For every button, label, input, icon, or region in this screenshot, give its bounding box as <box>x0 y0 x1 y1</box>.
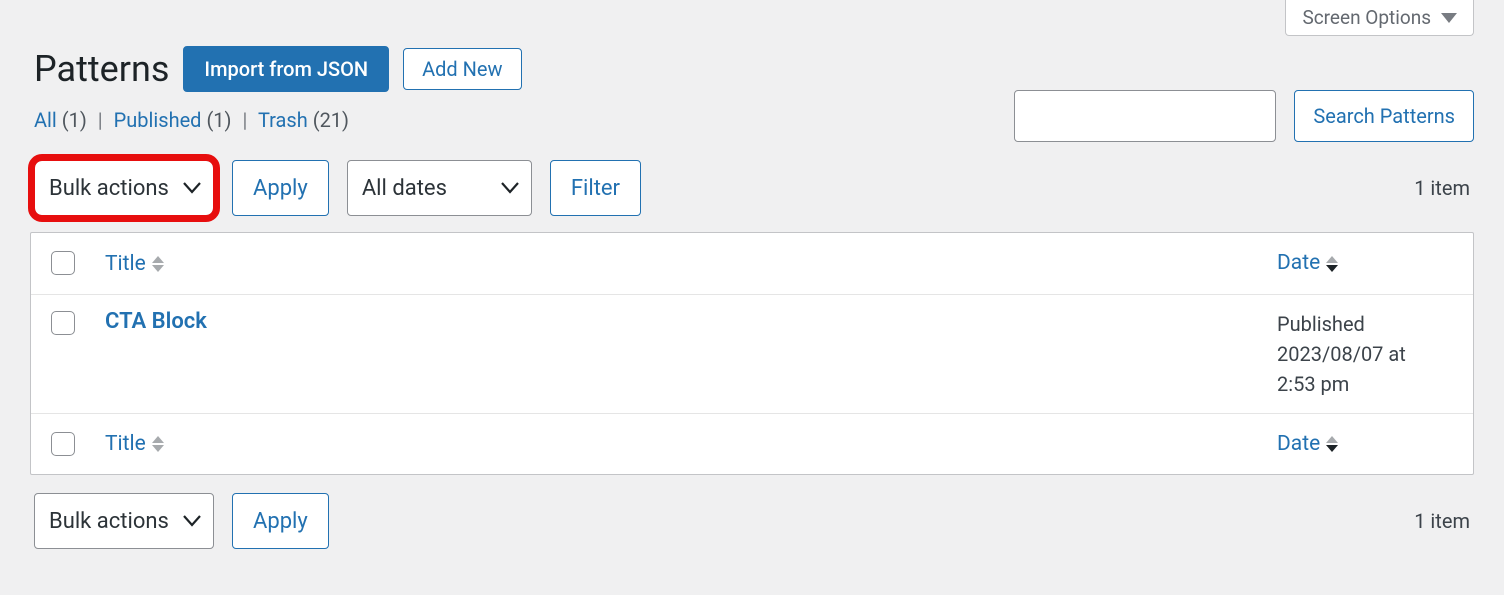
sort-icon <box>1326 256 1338 272</box>
filter-published-link[interactable]: Published <box>114 108 202 132</box>
sort-icon <box>152 256 164 272</box>
row-checkbox[interactable] <box>51 311 75 335</box>
filter-button[interactable]: Filter <box>550 160 641 216</box>
item-count-bottom: 1 item <box>1414 509 1470 533</box>
column-title-header[interactable]: Title <box>105 252 164 276</box>
filter-trash-link[interactable]: Trash <box>258 108 308 132</box>
chevron-down-icon <box>183 182 201 194</box>
bulk-actions-select[interactable]: Bulk actions <box>34 160 214 216</box>
row-date-status: Published <box>1277 309 1453 339</box>
row-date-line1: 2023/08/07 at <box>1277 339 1453 369</box>
tablenav-bottom: Bulk actions Apply 1 item <box>0 475 1504 565</box>
filter-published-count: (1) <box>206 108 231 132</box>
bulk-apply-button[interactable]: Apply <box>232 160 329 216</box>
column-title-label: Title <box>105 252 146 276</box>
column-date-label: Date <box>1277 429 1320 461</box>
filter-all-count: (1) <box>62 108 87 132</box>
bulk-actions-value: Bulk actions <box>49 509 169 534</box>
screen-options-tab[interactable]: Screen Options <box>1285 0 1474 36</box>
page-title: Patterns <box>34 48 169 90</box>
row-title-link[interactable]: CTA Block <box>105 309 207 334</box>
row-date-cell: Published 2023/08/07 at 2:53 pm <box>1273 295 1473 413</box>
column-date-label: Date <box>1277 248 1320 280</box>
row-date-line2: 2:53 pm <box>1277 369 1453 399</box>
column-date-footer[interactable]: Date <box>1277 429 1338 461</box>
date-filter-select[interactable]: All dates <box>347 160 532 216</box>
screen-options-label: Screen Options <box>1302 6 1431 29</box>
import-from-json-button[interactable]: Import from JSON <box>183 46 389 92</box>
chevron-down-icon <box>501 182 519 194</box>
column-title-footer[interactable]: Title <box>105 432 164 456</box>
filter-all-link[interactable]: All <box>34 108 57 132</box>
table-row: CTA Block Published 2023/08/07 at 2:53 p… <box>31 295 1473 414</box>
date-filter-value: All dates <box>362 176 447 201</box>
sort-icon <box>1326 436 1338 452</box>
column-date-header[interactable]: Date <box>1277 248 1338 280</box>
table-header-row: Title Date <box>31 233 1473 295</box>
search-input[interactable] <box>1014 90 1276 142</box>
tablenav-top: Bulk actions Apply All dates Filter 1 it… <box>0 160 1504 232</box>
list-table: Title Date CTA Block Published 2023/08/0… <box>30 232 1474 475</box>
select-all-checkbox-bottom[interactable] <box>51 432 75 456</box>
caret-down-icon <box>1441 13 1457 23</box>
add-new-button[interactable]: Add New <box>403 48 521 90</box>
select-all-checkbox-top[interactable] <box>51 251 75 275</box>
column-title-label: Title <box>105 432 146 456</box>
chevron-down-icon <box>183 515 201 527</box>
filter-sep: | <box>92 108 109 132</box>
table-footer-row: Title Date <box>31 414 1473 475</box>
bulk-actions-value: Bulk actions <box>49 176 169 201</box>
bulk-actions-select-bottom[interactable]: Bulk actions <box>34 493 214 549</box>
sort-icon <box>152 436 164 452</box>
bulk-apply-button-bottom[interactable]: Apply <box>232 493 329 549</box>
filter-sep: | <box>236 108 253 132</box>
filter-trash-count: (21) <box>313 108 349 132</box>
search-button[interactable]: Search Patterns <box>1294 90 1474 142</box>
item-count-top: 1 item <box>1414 176 1470 200</box>
